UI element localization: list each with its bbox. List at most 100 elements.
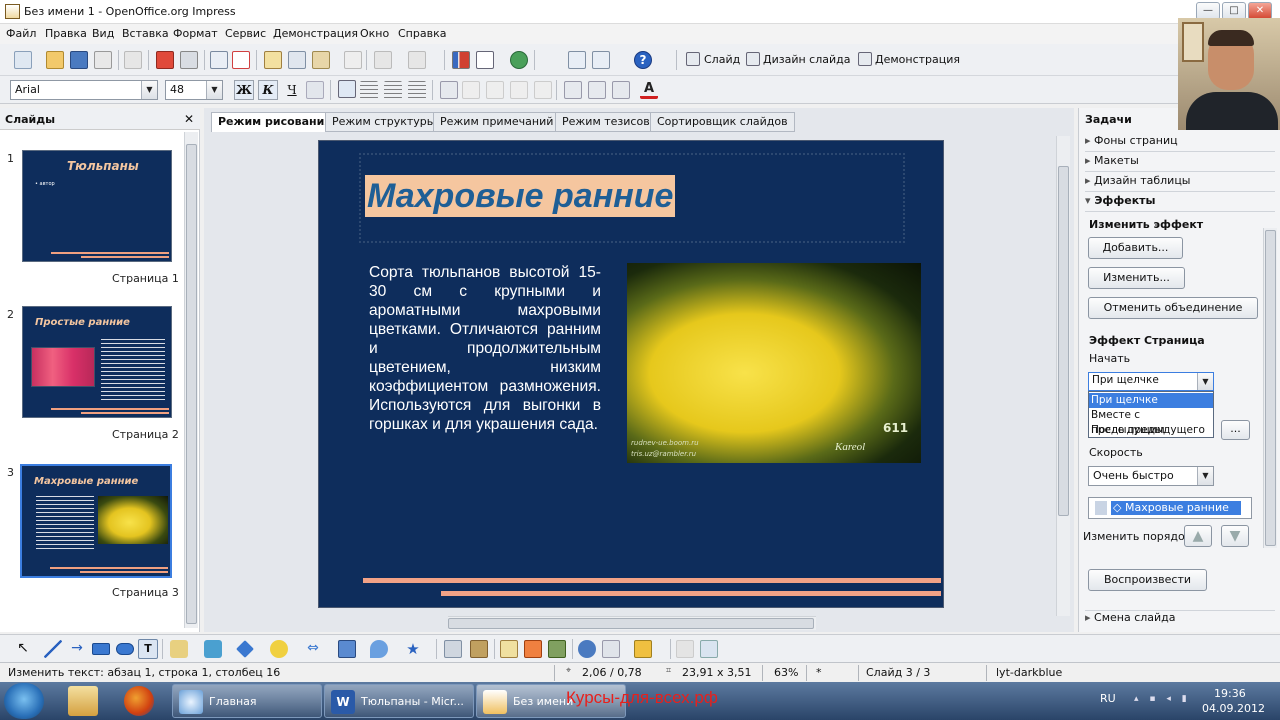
decrease-spacing-icon[interactable] xyxy=(588,81,606,99)
curve-icon[interactable] xyxy=(170,640,188,658)
points-icon[interactable] xyxy=(444,640,462,658)
rotate-icon[interactable] xyxy=(578,640,596,658)
print-icon[interactable] xyxy=(180,51,198,69)
section-effects[interactable]: ▾ Эффекты xyxy=(1085,194,1275,212)
character-icon[interactable] xyxy=(612,81,630,99)
chevron-down-icon[interactable]: ▼ xyxy=(206,81,222,99)
new-document-icon[interactable] xyxy=(14,51,32,69)
edit-horizontal-scrollbar[interactable] xyxy=(448,616,816,630)
clock-time[interactable]: 19:36 xyxy=(1214,687,1246,700)
effects-list[interactable]: ◇ Махровые ранние xyxy=(1088,497,1252,519)
undo-icon[interactable] xyxy=(374,51,392,69)
font-size-combo[interactable]: 48 ▼ xyxy=(165,80,223,100)
taskbar-item-word[interactable]: W Тюльпаны - Micr... xyxy=(324,684,474,718)
email-icon[interactable] xyxy=(94,51,112,69)
close-icon[interactable]: ✕ xyxy=(184,112,194,126)
show-draw-functions-icon[interactable] xyxy=(568,51,586,69)
increase-spacing-icon[interactable] xyxy=(564,81,582,99)
glue-points-icon[interactable] xyxy=(470,640,488,658)
start-select[interactable]: При щелчке ▼ xyxy=(1088,372,1214,391)
extrusion-icon[interactable] xyxy=(676,640,694,658)
tray-icons[interactable]: ▴ ▪ ◂ ▮ xyxy=(1134,694,1194,708)
tab-handout-view[interactable]: Режим тезисов xyxy=(555,112,657,132)
slide-thumbnail-2[interactable]: Простые ранние xyxy=(22,306,172,418)
taskbar-item-home[interactable]: Главная xyxy=(172,684,322,718)
font-name-combo[interactable]: Arial ▼ xyxy=(10,80,158,100)
section-slide-transition[interactable]: ▸ Смена слайда xyxy=(1085,610,1275,628)
paste-icon[interactable] xyxy=(312,51,330,69)
slide-design-button[interactable]: Дизайн слайда xyxy=(763,53,850,66)
tulip-photo[interactable]: 611 Kareol rudnev-ue.boom.ru tris.uz@ram… xyxy=(627,263,921,463)
fontwork-icon[interactable] xyxy=(500,640,518,658)
slideshow-icon[interactable] xyxy=(858,52,872,66)
menu-insert[interactable]: Вставка xyxy=(122,27,169,40)
clock-date[interactable]: 04.09.2012 xyxy=(1202,702,1265,715)
basic-shapes-icon[interactable] xyxy=(236,640,254,658)
connector-icon[interactable] xyxy=(204,640,222,658)
start-option-on-click[interactable]: При щелчке xyxy=(1089,393,1213,408)
select-pointer-icon[interactable]: ↖ xyxy=(14,640,32,658)
speed-select[interactable]: Очень быстро ▼ xyxy=(1088,466,1214,486)
ellipse-icon[interactable] xyxy=(116,643,134,655)
menu-view[interactable]: Вид xyxy=(92,27,114,40)
start-button[interactable] xyxy=(4,683,44,719)
start-option-with-previous[interactable]: Вместе с предыдущим xyxy=(1089,408,1213,436)
menu-window[interactable]: Окно xyxy=(360,27,389,40)
move-up-icon[interactable] xyxy=(510,81,528,99)
navigator-icon[interactable] xyxy=(510,51,528,69)
menu-slideshow[interactable]: Демонстрация xyxy=(273,27,358,40)
line-icon[interactable] xyxy=(44,640,62,658)
menu-tools[interactable]: Сервис xyxy=(225,27,266,40)
tasks-scrollbar[interactable] xyxy=(1263,228,1277,548)
slides-scrollbar[interactable] xyxy=(184,132,198,628)
help-icon[interactable]: ? xyxy=(634,51,652,69)
chevron-down-icon[interactable]: ▼ xyxy=(1197,467,1213,485)
table-icon[interactable] xyxy=(476,51,494,69)
slide-design-icon[interactable] xyxy=(746,52,760,66)
explorer-taskbar-icon[interactable] xyxy=(68,686,98,716)
tab-slide-sorter[interactable]: Сортировщик слайдов xyxy=(650,112,795,132)
section-backgrounds[interactable]: ▸ Фоны страниц xyxy=(1085,134,1275,152)
redo-icon[interactable] xyxy=(408,51,426,69)
align-right-icon[interactable] xyxy=(384,81,402,99)
slide-thumbnail-1[interactable]: Тюльпаны • автор xyxy=(22,150,172,262)
justify-icon[interactable] xyxy=(408,81,426,99)
play-button[interactable]: Воспроизвести xyxy=(1088,569,1207,591)
bold-button[interactable]: Ж xyxy=(234,80,254,100)
effect-options-button[interactable]: ... xyxy=(1221,420,1250,440)
block-arrows-icon[interactable]: ⇔ xyxy=(304,640,322,658)
spellcheck-icon[interactable] xyxy=(210,51,228,69)
chevron-down-icon[interactable]: ▼ xyxy=(1197,373,1213,390)
cancel-merge-button[interactable]: Отменить объединение xyxy=(1088,297,1258,319)
move-down-icon[interactable] xyxy=(534,81,552,99)
section-table-design[interactable]: ▸ Дизайн таблицы xyxy=(1085,174,1275,192)
bullets-icon[interactable] xyxy=(440,81,458,99)
text-tool-icon[interactable]: T xyxy=(138,639,158,659)
tab-outline-view[interactable]: Режим структуры xyxy=(325,112,443,132)
slide-thumbnail-3[interactable]: Махровые ранние xyxy=(20,464,172,578)
menu-file[interactable]: Файл xyxy=(6,27,36,40)
chevron-down-icon[interactable]: ▼ xyxy=(141,81,157,99)
menu-format[interactable]: Формат xyxy=(173,27,218,40)
arrow-line-icon[interactable]: → xyxy=(68,640,86,658)
alignment-icon[interactable] xyxy=(602,640,620,658)
autospellcheck-icon[interactable] xyxy=(232,51,250,69)
flowchart-icon[interactable] xyxy=(338,640,356,658)
menu-help[interactable]: Справка xyxy=(398,27,446,40)
slide-title[interactable]: Махровые ранние xyxy=(365,175,676,217)
chart-icon[interactable] xyxy=(452,51,470,69)
effect-list-item[interactable]: ◇ Махровые ранние xyxy=(1111,501,1241,515)
slide-body-text[interactable]: Сорта тюльпанов высотой 15-30 см с крупн… xyxy=(369,263,601,434)
demote-icon[interactable] xyxy=(486,81,504,99)
new-slide-icon[interactable] xyxy=(686,52,700,66)
from-file-icon[interactable] xyxy=(524,640,542,658)
tab-notes-view[interactable]: Режим примечаний xyxy=(433,112,561,132)
move-up-arrow-icon[interactable]: ▲ xyxy=(1184,525,1212,547)
open-folder-icon[interactable] xyxy=(46,51,64,69)
change-effect-button[interactable]: Изменить... xyxy=(1088,267,1185,289)
save-icon[interactable] xyxy=(70,51,88,69)
underline-button[interactable]: Ч xyxy=(282,80,302,100)
slide-canvas[interactable]: Махровые ранние Сорта тюльпанов высотой … xyxy=(318,140,944,608)
copy-icon[interactable] xyxy=(288,51,306,69)
menu-edit[interactable]: Правка xyxy=(45,27,87,40)
